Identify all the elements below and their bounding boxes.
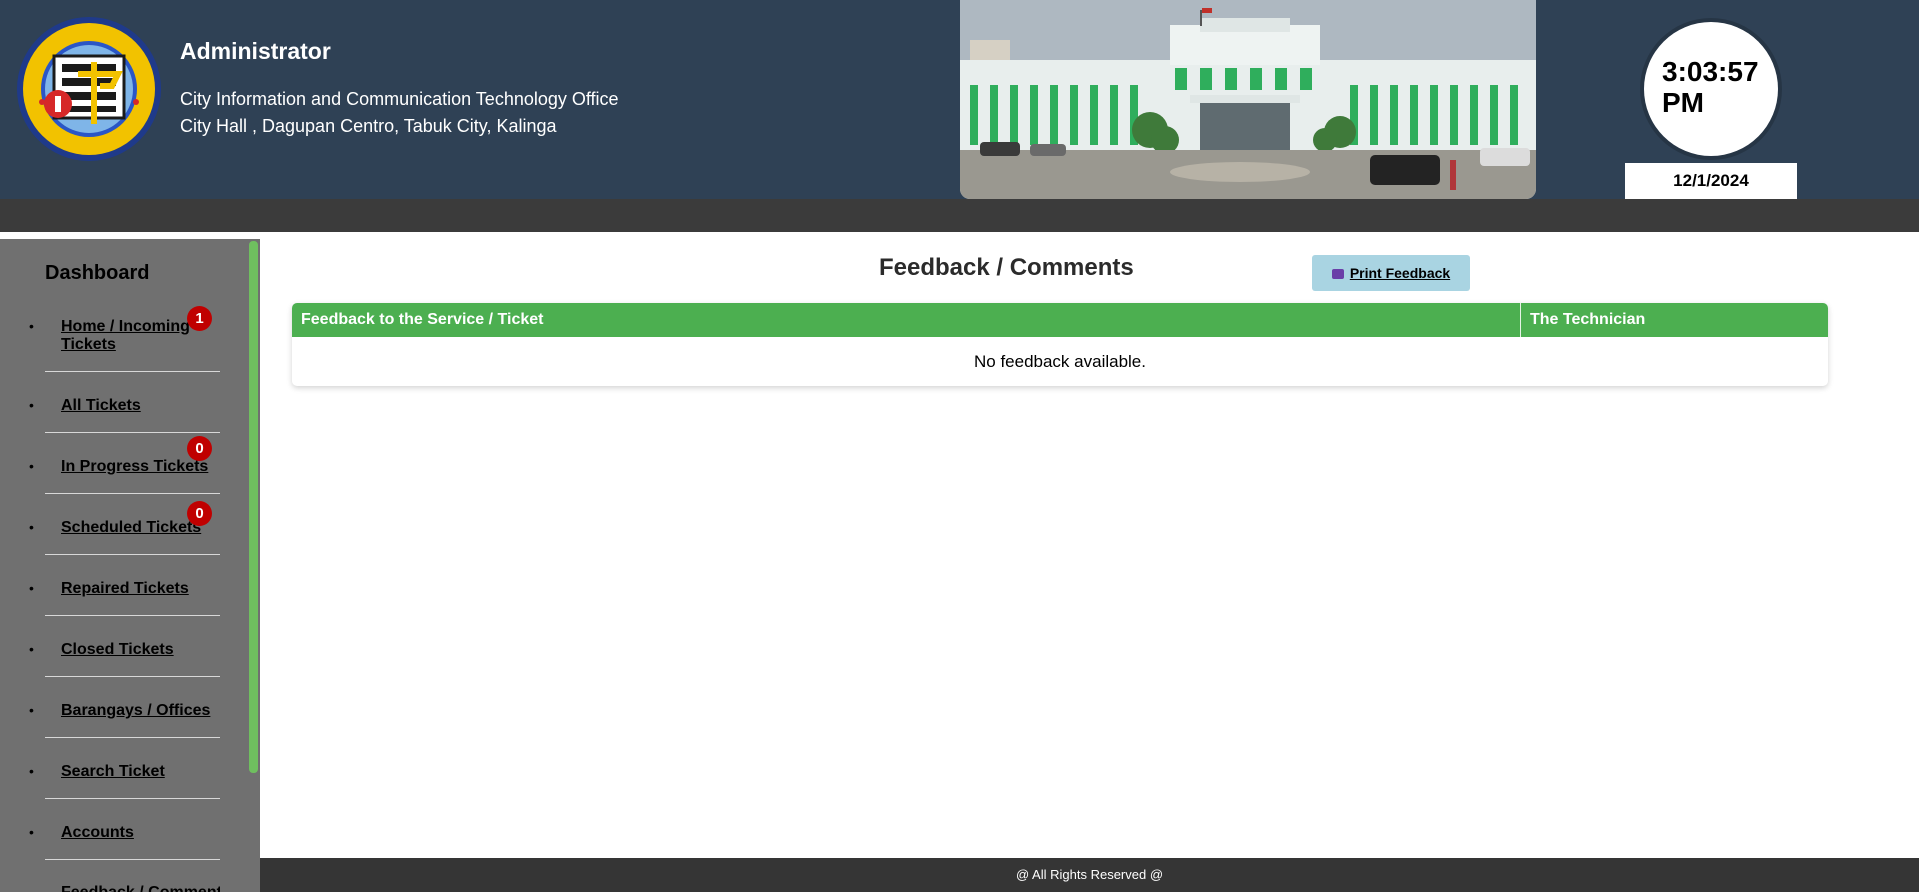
table-header: Feedback to the Service / Ticket The Tec… — [292, 303, 1828, 337]
clock-display: 3:03:57 PM — [1644, 22, 1778, 156]
sidebar-item-feedback[interactable]: • Feedback / Comments — [45, 884, 220, 892]
page-header: Administrator City Information and Commu… — [0, 0, 1919, 199]
in-progress-count-badge: 0 — [187, 436, 212, 461]
column-header-technician: The Technician — [1530, 311, 1646, 328]
sidebar-item-label[interactable]: Accounts — [61, 824, 134, 842]
printer-icon — [1331, 269, 1344, 280]
print-feedback-label: Print Feedback — [1349, 265, 1451, 281]
sidebar-item-barangays[interactable]: • Barangays / Offices — [29, 702, 220, 738]
bullet-icon: • — [29, 318, 34, 334]
page-title: Feedback / Comments — [879, 254, 1134, 281]
user-role-title: Administrator — [180, 38, 331, 64]
sidebar-item-label[interactable]: Closed Tickets — [61, 641, 174, 659]
cicto-logo — [17, 17, 161, 161]
clock-time: 3:03:57 PM — [1662, 56, 1759, 118]
top-nav-bar — [0, 199, 1919, 232]
sidebar-item-label[interactable]: Scheduled Tickets — [61, 519, 201, 537]
bullet-icon: • — [29, 458, 34, 474]
print-feedback-button[interactable]: Print Feedback — [1312, 255, 1470, 291]
bullet-icon: • — [29, 519, 34, 535]
bullet-icon: • — [29, 824, 34, 840]
sidebar-item-label[interactable]: Barangays / Offices — [61, 702, 210, 720]
city-hall-photo — [960, 0, 1536, 199]
empty-state-message: No feedback available. — [973, 352, 1146, 371]
sidebar-item-label[interactable]: Feedback / Comments — [61, 884, 220, 892]
sidebar-item-label[interactable]: Home / Incoming Tickets — [61, 318, 206, 354]
bullet-icon: • — [29, 397, 34, 413]
bullet-icon: • — [29, 580, 34, 596]
sidebar-item-search[interactable]: • Search Ticket — [29, 763, 220, 799]
footer: @ All Rights Reserved @ — [260, 858, 1919, 892]
sidebar-item-label[interactable]: In Progress Tickets — [61, 458, 208, 476]
sidebar-title: Dashboard — [45, 262, 150, 284]
sidebar-item-label[interactable]: Search Ticket — [61, 763, 165, 781]
sidebar-item-closed[interactable]: • Closed Tickets — [29, 641, 220, 677]
feedback-table: Feedback to the Service / Ticket The Tec… — [292, 303, 1828, 386]
office-address: City Hall , Dagupan Centro, Tabuk City, … — [180, 116, 557, 136]
sidebar-item-label[interactable]: All Tickets — [61, 397, 141, 415]
bullet-icon: • — [29, 641, 34, 657]
sidebar-item-accounts[interactable]: • Accounts — [29, 824, 220, 860]
sidebar-item-label[interactable]: Repaired Tickets — [61, 580, 189, 598]
bullet-icon: • — [29, 702, 34, 718]
sidebar-item-all-tickets[interactable]: • All Tickets — [29, 397, 220, 433]
column-divider — [1520, 303, 1521, 337]
sidebar-item-in-progress[interactable]: • In Progress Tickets — [29, 458, 220, 494]
scheduled-count-badge: 0 — [187, 501, 212, 526]
bullet-icon: • — [29, 763, 34, 779]
sidebar-item-repaired[interactable]: • Repaired Tickets — [29, 580, 220, 616]
column-header-feedback: Feedback to the Service / Ticket — [301, 311, 544, 328]
incoming-count-badge: 1 — [187, 306, 212, 331]
date-display: 12/1/2024 — [1625, 163, 1797, 199]
sidebar-scrollbar[interactable] — [249, 241, 258, 773]
office-name: City Information and Communication Techn… — [180, 89, 619, 109]
